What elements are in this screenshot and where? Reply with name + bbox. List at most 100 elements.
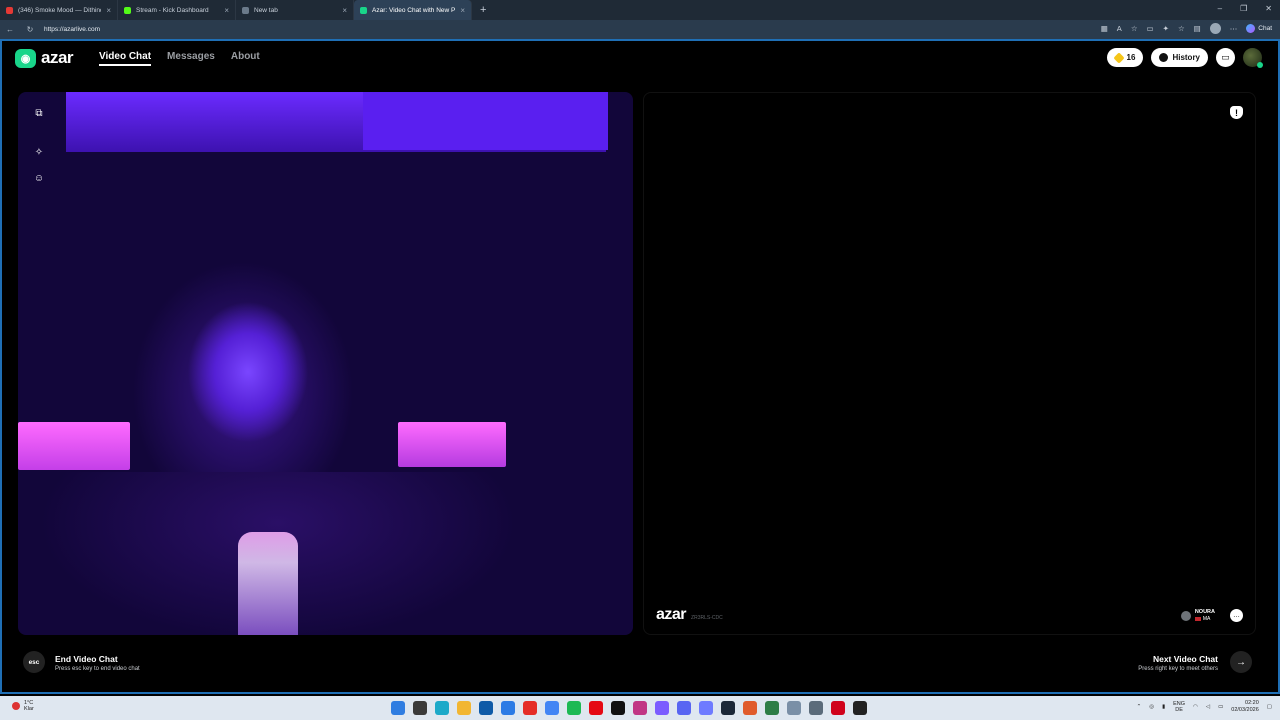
azar-app: ◉ azar Video Chat Messages About 16 Hist… <box>0 41 1280 694</box>
gems-button[interactable]: 16 <box>1106 48 1144 67</box>
tab-title: Azar: Video Chat with New Pe... <box>372 6 456 14</box>
peer-avatar <box>1180 610 1191 621</box>
local-video: ⧉ ✧ ☺ <box>18 92 633 635</box>
lang-bottom: DE <box>1175 707 1183 713</box>
tab-title: (346) Smoke Mood — Dithindo &... <box>18 6 101 14</box>
windows-taskbar: 1°C Klar ⌃ ◎ ▮ ENG DE ◠ ◁ ▭ 02:20 02/03/… <box>0 696 1280 720</box>
remote-video: ! azar ZR3RLS-CDC NOURA MA … <box>643 92 1256 635</box>
discord-icon[interactable] <box>677 701 691 715</box>
report-shield-icon[interactable]: ! <box>1230 106 1243 119</box>
instagram-icon[interactable] <box>633 701 647 715</box>
morocco-flag-icon <box>1194 617 1201 621</box>
background-light <box>363 92 608 150</box>
edge-icon[interactable] <box>435 701 449 715</box>
date: 02/03/2026 <box>1231 707 1259 713</box>
minimize-icon[interactable]: – <box>1218 4 1222 13</box>
restore-icon[interactable]: ❐ <box>1240 4 1247 13</box>
bottle <box>238 532 298 635</box>
effects-wand-icon[interactable]: ✧ <box>32 145 46 159</box>
azar-logo-icon: ◉ <box>15 48 36 68</box>
steam-icon[interactable] <box>721 701 735 715</box>
next-chat-button[interactable]: → <box>1230 651 1252 673</box>
end-chat-button[interactable]: esc <box>23 651 45 673</box>
notifications-icon[interactable]: ▢ <box>1267 704 1272 710</box>
collections-icon[interactable]: ▤ <box>1194 24 1201 33</box>
split-screen-icon[interactable]: ▭ <box>1147 24 1154 33</box>
shop-icon[interactable]: ▭ <box>1216 48 1235 67</box>
taskbar-apps <box>391 701 867 715</box>
watermark-id: ZR3RLS-CDC <box>691 615 723 621</box>
favorites-icon[interactable]: ☆ <box>1178 24 1185 33</box>
new-tab-icon[interactable]: + <box>480 4 486 16</box>
app-icon[interactable] <box>831 701 845 715</box>
app-icon[interactable] <box>787 701 801 715</box>
favorite-star-icon[interactable]: ☆ <box>1131 24 1138 33</box>
battery-icon[interactable]: ▭ <box>1218 704 1223 710</box>
weather-widget[interactable]: 1°C Klar <box>12 700 34 712</box>
read-aloud-icon[interactable]: A <box>1117 24 1122 33</box>
background-light <box>18 422 130 470</box>
tray-overflow-icon[interactable]: ⌃ <box>1137 704 1142 710</box>
nav-about[interactable]: About <box>231 51 260 66</box>
profile-avatar[interactable] <box>1209 23 1221 34</box>
extensions-icon[interactable]: ✦ <box>1163 24 1169 33</box>
kick-favicon-icon <box>124 6 131 14</box>
app-icon[interactable] <box>479 701 493 715</box>
network-icon[interactable]: ◎ <box>1149 704 1154 710</box>
system-tray: ⌃ ◎ ▮ ENG DE ◠ ◁ ▭ 02:20 02/03/2026 ▢ <box>1137 700 1272 714</box>
language-indicator[interactable]: ENG DE <box>1173 701 1185 713</box>
azar-watermark: azar ZR3RLS-CDC <box>656 606 723 624</box>
tiktok-icon[interactable] <box>611 701 625 715</box>
app-icon[interactable]: ▦ <box>1101 24 1108 33</box>
spotify-icon[interactable] <box>567 701 581 715</box>
volume-icon[interactable]: ◁ <box>1206 704 1210 710</box>
nav-video-chat[interactable]: Video Chat <box>99 51 152 66</box>
azar-favicon-icon <box>360 6 367 14</box>
end-chat-title: End Video Chat <box>55 654 118 664</box>
back-icon[interactable]: ← <box>0 25 20 34</box>
browser-tab-3[interactable]: New tab × <box>236 0 354 20</box>
copilot-chat-button[interactable]: Chat <box>1246 24 1272 33</box>
close-tab-icon[interactable]: × <box>106 6 111 15</box>
browser-tab-1[interactable]: (346) Smoke Mood — Dithindo &... × <box>0 0 118 20</box>
app-icon[interactable] <box>853 701 867 715</box>
nav-messages[interactable]: Messages <box>167 51 215 66</box>
microphone-icon[interactable]: ▮ <box>1162 704 1165 710</box>
close-tab-icon[interactable]: × <box>224 6 229 15</box>
clock-icon <box>1159 53 1169 62</box>
weather-text: Klar <box>24 706 34 712</box>
tab-title: New tab <box>254 6 278 14</box>
task-view-icon[interactable] <box>413 701 427 715</box>
next-chat-title: Next Video Chat <box>1152 654 1218 664</box>
close-window-icon[interactable]: ✕ <box>1265 4 1272 13</box>
end-chat-info: End Video Chat Press esc key to end vide… <box>55 654 140 672</box>
history-button[interactable]: History <box>1151 48 1208 67</box>
browser-tab-2[interactable]: Stream - Kick Dashboard × <box>118 0 236 20</box>
camera-switch-icon[interactable]: ⧉ <box>32 106 46 120</box>
reload-icon[interactable]: ↻ <box>20 25 40 34</box>
netflix-icon[interactable] <box>589 701 603 715</box>
app-icon[interactable] <box>655 701 669 715</box>
close-tab-icon[interactable]: × <box>460 6 465 15</box>
more-icon[interactable]: ⋯ <box>1230 24 1238 33</box>
azar-logo[interactable]: ◉ azar <box>15 48 74 68</box>
chrome-icon[interactable] <box>545 701 559 715</box>
url-field[interactable]: https://azarlive.com <box>44 26 100 33</box>
chat-bubble-icon[interactable]: … <box>1230 609 1243 622</box>
clock[interactable]: 02:20 02/03/2026 <box>1231 700 1259 714</box>
wifi-icon[interactable]: ◠ <box>1193 704 1198 710</box>
face-filter-icon[interactable]: ☺ <box>32 171 46 185</box>
file-explorer-icon[interactable] <box>457 701 471 715</box>
header-actions: 16 History ▭ <box>1106 48 1263 68</box>
app-icon[interactable] <box>765 701 779 715</box>
browser-tab-4[interactable]: Azar: Video Chat with New Pe... × <box>354 0 472 20</box>
close-tab-icon[interactable]: × <box>342 6 347 15</box>
peer-info[interactable]: NOURA MA <box>1180 609 1215 622</box>
start-icon[interactable] <box>391 701 405 715</box>
my-profile-avatar[interactable] <box>1243 48 1263 68</box>
app-icon[interactable] <box>699 701 713 715</box>
settings-icon[interactable] <box>809 701 823 715</box>
brave-icon[interactable] <box>743 701 757 715</box>
youtube-icon[interactable] <box>523 701 537 715</box>
mail-icon[interactable] <box>501 701 515 715</box>
